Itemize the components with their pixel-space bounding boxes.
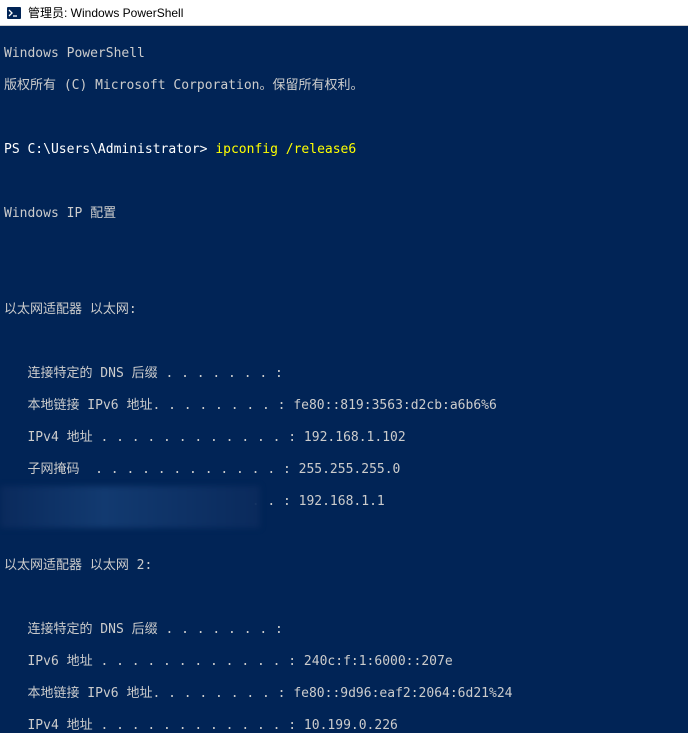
adapter-1-dns: 连接特定的 DNS 后缀 . . . . . . . : <box>4 366 684 382</box>
blank-line <box>4 238 684 254</box>
adapter-1-title: 以太网适配器 以太网: <box>4 302 684 318</box>
redacted-region <box>0 486 260 528</box>
prompt: PS C:\Users\Administrator> <box>4 142 208 157</box>
adapter-1-ipv4: IPv4 地址 . . . . . . . . . . . . : 192.16… <box>4 430 684 446</box>
blank-line <box>4 526 684 542</box>
ip-config-header: Windows IP 配置 <box>4 206 684 222</box>
prompt-line-1: PS C:\Users\Administrator> ipconfig /rel… <box>4 142 684 158</box>
command-1: ipconfig /release6 <box>215 142 356 157</box>
adapter-2-linklocal-ipv6: 本地链接 IPv6 地址. . . . . . . . : fe80::9d96… <box>4 686 684 702</box>
blank-line <box>4 334 684 350</box>
ps-copyright: 版权所有 (C) Microsoft Corporation。保留所有权利。 <box>4 78 684 94</box>
adapter-2-title: 以太网适配器 以太网 2: <box>4 558 684 574</box>
adapter-1-linklocal-ipv6: 本地链接 IPv6 地址. . . . . . . . : fe80::819:… <box>4 398 684 414</box>
powershell-icon <box>6 5 22 21</box>
blank-line <box>4 174 684 190</box>
ps-header: Windows PowerShell <box>4 46 684 62</box>
blank-line <box>4 270 684 286</box>
adapter-1-mask: 子网掩码 . . . . . . . . . . . . : 255.255.2… <box>4 462 684 478</box>
blank-line <box>4 590 684 606</box>
adapter-2-ipv4: IPv4 地址 . . . . . . . . . . . . : 10.199… <box>4 718 684 733</box>
adapter-2-ipv6: IPv6 地址 . . . . . . . . . . . . : 240c:f… <box>4 654 684 670</box>
adapter-2-dns: 连接特定的 DNS 后缀 . . . . . . . : <box>4 622 684 638</box>
terminal-body[interactable]: Windows PowerShell 版权所有 (C) Microsoft Co… <box>0 26 688 733</box>
window-title: 管理员: Windows PowerShell <box>28 4 183 21</box>
blank-line <box>4 110 684 126</box>
window-titlebar: 管理员: Windows PowerShell <box>0 0 688 26</box>
